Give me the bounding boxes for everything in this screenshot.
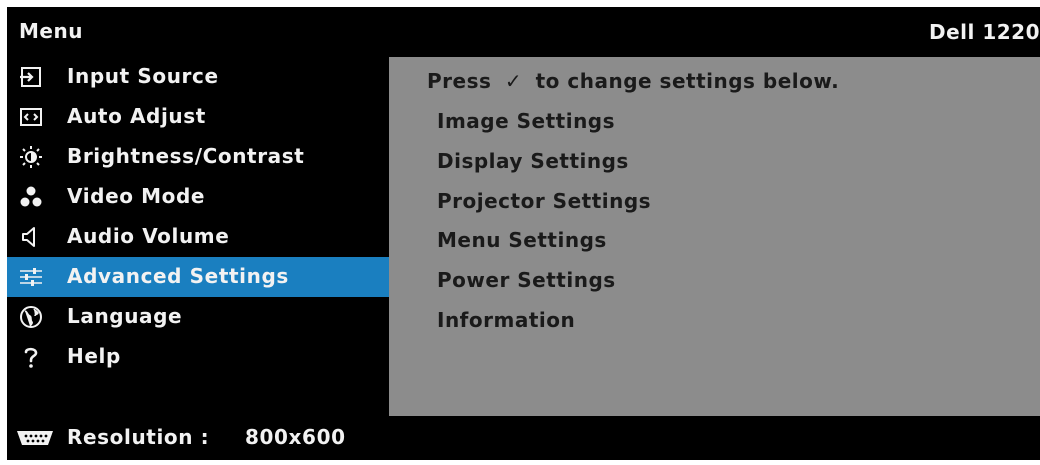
sidebar-item-brightness-contrast[interactable]: Brightness/Contrast bbox=[7, 137, 389, 177]
menu-title: Menu bbox=[19, 19, 83, 43]
menu-header: Menu Dell 1220 bbox=[7, 7, 1040, 57]
input-source-icon bbox=[20, 67, 41, 87]
auto-adjust-icon bbox=[20, 108, 42, 126]
resolution-value: 800x600 bbox=[245, 425, 346, 449]
sidebar-item-auto-adjust[interactable]: Auto Adjust bbox=[7, 97, 389, 137]
sidebar-item-label: Audio Volume bbox=[67, 224, 230, 248]
check-icon: ✓ bbox=[504, 69, 523, 93]
hint-rest: to change settings below. bbox=[535, 69, 840, 93]
projector-osd-menu: Menu Dell 1220 Input Source Auto Adjust bbox=[7, 7, 1040, 460]
sidebar-item-label: Advanced Settings bbox=[67, 264, 289, 288]
submenu-power-settings[interactable]: Power Settings bbox=[437, 268, 616, 292]
main-menu-sidebar: Input Source Auto Adjust Brightness/Cont… bbox=[7, 57, 389, 416]
vga-connector-icon bbox=[17, 431, 53, 445]
resolution-label: Resolution : bbox=[67, 425, 210, 449]
sidebar-item-label: Help bbox=[67, 344, 121, 368]
submenu-information[interactable]: Information bbox=[437, 308, 575, 332]
submenu-image-settings[interactable]: Image Settings bbox=[437, 109, 615, 133]
hint-press: Press bbox=[427, 69, 492, 93]
sidebar-item-language[interactable]: Language bbox=[7, 297, 389, 337]
sidebar-item-advanced-settings[interactable]: Advanced Settings bbox=[7, 257, 389, 297]
sidebar-item-video-mode[interactable]: Video Mode bbox=[7, 177, 389, 217]
question-icon bbox=[24, 347, 38, 368]
submenu-projector-settings[interactable]: Projector Settings bbox=[437, 189, 651, 213]
globe-icon bbox=[20, 306, 42, 328]
sidebar-item-label: Auto Adjust bbox=[67, 104, 206, 128]
projector-model: Dell 1220 bbox=[928, 20, 1040, 44]
sidebar-item-help[interactable]: Help bbox=[7, 337, 389, 377]
sidebar-item-label: Language bbox=[67, 304, 183, 328]
sidebar-item-audio-volume[interactable]: Audio Volume bbox=[7, 217, 389, 257]
instruction-text: Press ✓ to change settings below. bbox=[427, 69, 839, 93]
sliders-icon bbox=[20, 268, 42, 286]
video-mode-icon bbox=[20, 186, 42, 207]
sidebar-item-label: Brightness/Contrast bbox=[67, 144, 305, 168]
brightness-icon bbox=[20, 146, 42, 168]
submenu-display-settings[interactable]: Display Settings bbox=[437, 149, 629, 173]
advanced-settings-panel: Press ✓ to change settings below. Image … bbox=[389, 57, 1040, 416]
speaker-icon bbox=[22, 227, 35, 247]
sidebar-item-input-source[interactable]: Input Source bbox=[7, 57, 389, 97]
sidebar-item-label: Video Mode bbox=[67, 184, 206, 208]
status-bar: Resolution : 800x600 bbox=[7, 416, 1040, 460]
submenu-menu-settings[interactable]: Menu Settings bbox=[437, 228, 607, 252]
sidebar-item-label: Input Source bbox=[67, 64, 219, 88]
